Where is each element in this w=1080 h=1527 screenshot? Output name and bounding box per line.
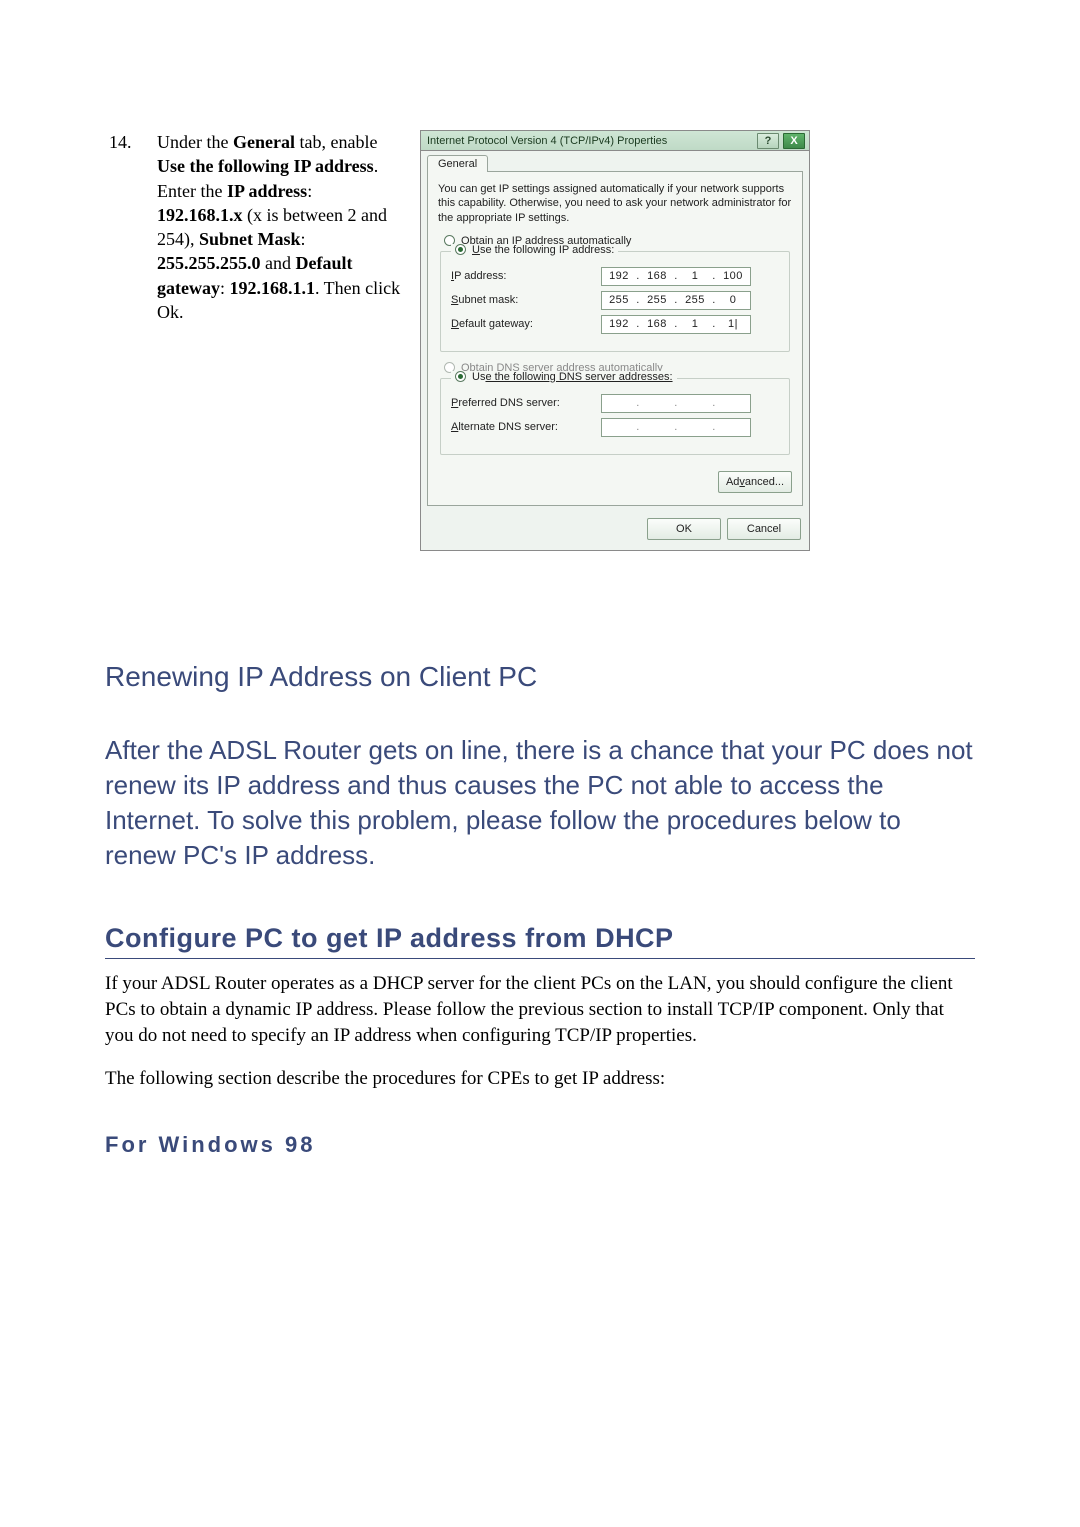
t: tab, enable (295, 132, 377, 152)
radio-use-following-dns[interactable]: Use the following DNS server addresses: (451, 371, 677, 383)
alternate-dns-input[interactable]: . . . (601, 418, 751, 437)
radio-icon (455, 244, 466, 255)
t: : (220, 278, 230, 298)
b: Use the following IP address (157, 156, 374, 176)
t: se the following IP address: (480, 244, 614, 256)
help-button[interactable]: ? (757, 133, 779, 149)
dialog-title: Internet Protocol Version 4 (TCP/IPv4) P… (427, 135, 753, 147)
b: 192.168.1.x (157, 205, 243, 225)
para-dhcp: If your ADSL Router operates as a DHCP s… (105, 971, 975, 1048)
b: Subnet Mask (199, 229, 301, 249)
step-number: 14. (105, 130, 139, 154)
t: : (307, 181, 312, 201)
t: and (261, 253, 296, 273)
preferred-dns-input[interactable]: . . . (601, 394, 751, 413)
step-text-column: Under the General tab, enable Use the fo… (157, 130, 402, 324)
subnet-mask-input[interactable]: 255. 255. 255. 0 (601, 291, 751, 310)
radio-use-following-ip[interactable]: Use the following IP address: (451, 244, 618, 256)
subnet-mask-row: Subnet mask: 255. 255. 255. 0 (451, 291, 779, 310)
radio-label: Use the following IP address: (472, 244, 614, 256)
step-row: 14. Under the General tab, enable Use th… (105, 130, 975, 551)
heading-dhcp: Configure PC to get IP address from DHCP (105, 923, 975, 959)
close-button[interactable]: X (783, 133, 805, 149)
ip-address-row: IP address: 192. 168. 1. 100 (451, 267, 779, 286)
ip-address-input[interactable]: 192. 168. 1. 100 (601, 267, 751, 286)
document-page: 14. Under the General tab, enable Use th… (0, 0, 1080, 1218)
preferred-dns-row: Preferred DNS server: . . . (451, 394, 779, 413)
ip-address-label: IP address: (451, 270, 601, 282)
radio-label: Use the following DNS server addresses: (472, 371, 673, 383)
ok-button[interactable]: OK (647, 518, 721, 540)
cancel-button[interactable]: Cancel (727, 518, 801, 540)
t: Us (472, 371, 485, 383)
t: : (301, 229, 306, 249)
mnemonic: U (472, 244, 480, 256)
b: IP address (227, 181, 307, 201)
alternate-dns-row: Alternate DNS server: . . . (451, 418, 779, 437)
subnet-mask-label: Subnet mask: (451, 294, 601, 306)
screenshot-column: Internet Protocol Version 4 (TCP/IPv4) P… (420, 130, 975, 551)
tcpip-properties-dialog: Internet Protocol Version 4 (TCP/IPv4) P… (420, 130, 810, 551)
default-gateway-label: Default gateway: (451, 318, 601, 330)
text-sections: Renewing IP Address on Client PC After t… (105, 661, 975, 1158)
b: General (233, 132, 295, 152)
intro-text: You can get IP settings assigned automat… (438, 182, 792, 225)
tab-general[interactable]: General (427, 155, 488, 172)
mnemonic: e the following DNS server addresses: (485, 371, 672, 383)
heading-renewing-ip: Renewing IP Address on Client PC (105, 661, 975, 693)
ip-address-group: Use the following IP address: IP address… (440, 251, 790, 352)
default-gateway-row: Default gateway: 192. 168. 1. 1| (451, 315, 779, 334)
alternate-dns-label: Alternate DNS server: (451, 421, 601, 433)
default-gateway-input[interactable]: 192. 168. 1. 1| (601, 315, 751, 334)
advanced-button[interactable]: Advanced... (718, 471, 792, 493)
dns-group: Use the following DNS server addresses: … (440, 378, 790, 455)
para-renewing-ip: After the ADSL Router gets on line, ther… (105, 733, 975, 873)
b: 255.255.255.0 (157, 253, 261, 273)
para-cpe: The following section describe the proce… (105, 1066, 975, 1092)
advanced-row: Advanced... (438, 465, 792, 493)
dialog-titlebar: Internet Protocol Version 4 (TCP/IPv4) P… (421, 131, 809, 151)
tab-bar: General (421, 151, 809, 171)
step-instruction: Under the General tab, enable Use the fo… (157, 130, 402, 324)
preferred-dns-label: Preferred DNS server: (451, 397, 601, 409)
radio-icon (455, 371, 466, 382)
heading-win98: For Windows 98 (105, 1132, 975, 1158)
t: Under the (157, 132, 233, 152)
tab-panel: You can get IP settings assigned automat… (427, 171, 803, 506)
b: 192.168.1.1 (230, 278, 316, 298)
dialog-buttons: OK Cancel (421, 512, 809, 550)
